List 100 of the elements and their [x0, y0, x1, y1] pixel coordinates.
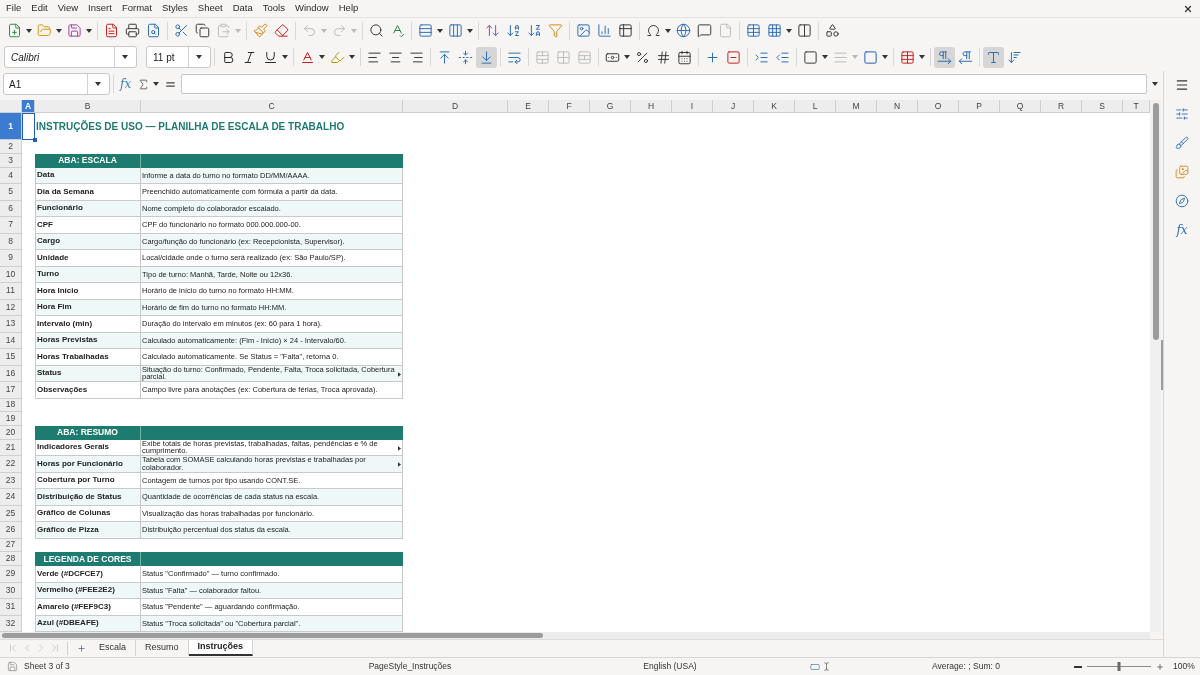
column-header[interactable]: F — [549, 100, 590, 113]
menu-item[interactable]: Edit — [31, 1, 48, 16]
caret-icon[interactable] — [822, 55, 828, 59]
formula-input[interactable] — [181, 74, 1147, 94]
menu-item[interactable]: Tools — [262, 1, 285, 16]
menu-item[interactable]: Data — [232, 1, 253, 16]
column-header[interactable]: C — [141, 100, 403, 113]
row-header[interactable]: 5 — [0, 184, 22, 201]
row-header[interactable]: 2 — [0, 140, 22, 154]
row-header[interactable]: 29 — [0, 566, 22, 583]
menu-item[interactable]: Sheet — [197, 1, 223, 16]
caret-icon[interactable] — [153, 82, 160, 86]
column-header[interactable]: Q — [1000, 100, 1041, 113]
row-header[interactable]: 9 — [0, 250, 22, 267]
column-header[interactable]: D — [403, 100, 508, 113]
fill-handle-icon[interactable] — [33, 138, 37, 142]
column-header[interactable]: E — [508, 100, 549, 113]
column-header[interactable]: O — [918, 100, 959, 113]
text-direction-button[interactable] — [983, 46, 1004, 68]
menu-item[interactable]: Styles — [161, 1, 188, 16]
column-header[interactable]: S — [1082, 100, 1123, 113]
row-header[interactable]: 28 — [0, 552, 22, 566]
caret-icon[interactable] — [349, 55, 355, 59]
rectangle-icon[interactable] — [809, 661, 821, 672]
column-header[interactable]: H — [631, 100, 672, 113]
column-header[interactable]: N — [877, 100, 918, 113]
row-header[interactable]: 15 — [0, 349, 22, 366]
slider-thumb[interactable] — [1117, 662, 1121, 671]
function-wizard-button[interactable]: fx — [117, 74, 135, 94]
caret-icon[interactable] — [26, 28, 32, 33]
caret-icon[interactable] — [319, 55, 325, 59]
sheet-tab[interactable]: Resumo — [136, 640, 189, 656]
caret-icon[interactable] — [56, 28, 62, 33]
save-icon[interactable] — [7, 661, 18, 672]
language[interactable]: English (USA) — [643, 660, 697, 673]
caret-icon[interactable] — [467, 28, 473, 33]
properties-tab[interactable] — [1174, 106, 1190, 121]
zoom-level[interactable]: 100% — [1173, 660, 1195, 673]
column-header[interactable]: J — [713, 100, 754, 113]
caret-icon[interactable] — [122, 55, 128, 59]
column-header[interactable]: I — [672, 100, 713, 113]
column-header[interactable]: L — [795, 100, 836, 113]
vertical-scrollbar[interactable] — [1150, 100, 1161, 632]
sidebar-collapse-handle[interactable] — [1161, 340, 1163, 390]
image-icon — [576, 23, 591, 38]
caret-icon[interactable] — [919, 55, 925, 59]
column-header[interactable]: A — [22, 100, 35, 113]
align-bottom-button[interactable] — [476, 46, 497, 68]
caret-icon[interactable] — [624, 55, 630, 59]
row-header[interactable]: 31 — [0, 599, 22, 616]
column-header[interactable]: K — [754, 100, 795, 113]
row-header[interactable]: 17 — [0, 382, 22, 399]
font-size-field[interactable]: 11 pt — [146, 46, 211, 68]
sheet-tab[interactable]: Escala — [90, 640, 136, 656]
column-header[interactable]: R — [1041, 100, 1082, 113]
horizontal-scrollbar[interactable] — [0, 632, 1150, 639]
navigator-tab[interactable] — [1174, 193, 1190, 208]
caret-icon[interactable] — [437, 28, 443, 33]
zoom-slider[interactable] — [1087, 662, 1151, 671]
functions-tab[interactable]: fx — [1175, 222, 1189, 237]
caret-icon[interactable] — [1151, 82, 1158, 86]
menu-item[interactable]: Insert — [88, 1, 112, 16]
left-to-right-button[interactable] — [934, 46, 955, 68]
caret-icon[interactable] — [196, 55, 202, 59]
caret-icon[interactable] — [786, 28, 792, 33]
arrow-lines-icon — [1007, 49, 1022, 65]
sheet-tab[interactable]: Instruções — [188, 640, 254, 656]
gallery-tab[interactable] — [1174, 164, 1190, 179]
label-cell: Horas Trabalhadas — [35, 349, 141, 366]
menu-item[interactable]: Help — [338, 1, 359, 16]
column-header[interactable]: G — [590, 100, 631, 113]
sidebar-menu-button[interactable] — [1174, 77, 1190, 92]
menu-item[interactable]: View — [57, 1, 79, 16]
row-header[interactable]: 7 — [0, 217, 22, 234]
omega-icon — [646, 23, 661, 38]
row-header[interactable]: 24 — [0, 489, 22, 506]
row-header[interactable]: 22 — [0, 456, 22, 473]
caret-icon[interactable] — [882, 55, 888, 59]
caret-icon[interactable] — [86, 28, 92, 33]
menu-item[interactable]: File — [6, 1, 22, 16]
row-header[interactable]: 1 — [0, 113, 22, 140]
text-cursor-icon[interactable] — [822, 661, 831, 672]
row-header[interactable]: 11 — [0, 283, 22, 300]
caret-icon[interactable] — [282, 55, 288, 59]
column-header[interactable]: B — [35, 100, 141, 113]
highlighter-icon — [330, 49, 345, 65]
name-box[interactable]: A1 — [3, 73, 110, 95]
styles-tab[interactable] — [1174, 135, 1190, 150]
column-header[interactable]: P — [959, 100, 1000, 113]
caret-icon[interactable] — [665, 28, 671, 33]
caret-icon[interactable] — [95, 82, 101, 86]
font-name-field[interactable]: Calibri — [4, 46, 137, 68]
column-header[interactable]: M — [836, 100, 877, 113]
row-header[interactable]: 26 — [0, 522, 22, 539]
menu-item[interactable]: Window — [294, 1, 329, 16]
row-header[interactable]: 13 — [0, 316, 22, 333]
column-header[interactable]: T — [1123, 100, 1150, 113]
menu-item[interactable]: Format — [121, 1, 152, 16]
row-header[interactable]: 19 — [0, 412, 22, 426]
page-style[interactable]: PageStyle_Instruções — [368, 660, 452, 673]
